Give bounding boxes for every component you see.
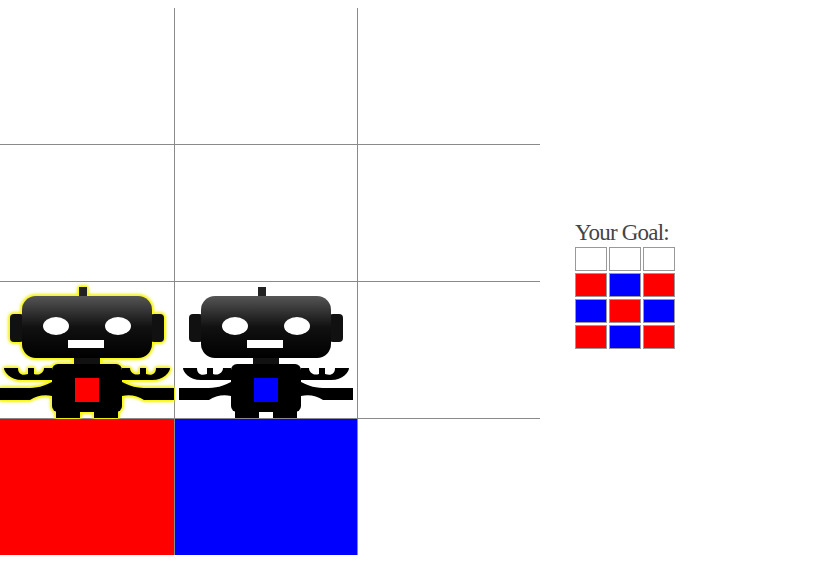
board-cell[interactable]	[0, 145, 174, 281]
robot-icon[interactable]	[179, 284, 353, 418]
goal-cell	[643, 273, 675, 297]
goal-title: Your Goal:	[575, 220, 669, 247]
goal-grid	[575, 247, 675, 349]
goal-cell	[575, 273, 607, 297]
goal-cell	[609, 273, 641, 297]
board-cell[interactable]	[358, 282, 540, 418]
board-cell[interactable]	[175, 282, 357, 418]
goal-cell	[643, 247, 675, 271]
goal-cell	[575, 299, 607, 323]
goal-cell	[575, 325, 607, 349]
board-cell[interactable]	[175, 145, 357, 281]
goal-cell	[575, 247, 607, 271]
board-cell[interactable]	[175, 419, 357, 555]
board-cell[interactable]	[0, 8, 174, 144]
board-cell[interactable]	[358, 8, 540, 144]
board-cell[interactable]	[0, 419, 174, 555]
board-cell[interactable]	[358, 145, 540, 281]
goal-panel: Your Goal:	[575, 220, 675, 349]
goal-cell	[609, 299, 641, 323]
goal-cell	[609, 247, 641, 271]
game-board	[0, 8, 540, 555]
robot-icon[interactable]	[0, 284, 174, 418]
goal-cell	[643, 325, 675, 349]
goal-cell	[609, 325, 641, 349]
board-cell[interactable]	[358, 419, 540, 555]
board-cell[interactable]	[0, 282, 174, 418]
board-cell[interactable]	[175, 8, 357, 144]
goal-cell	[643, 299, 675, 323]
